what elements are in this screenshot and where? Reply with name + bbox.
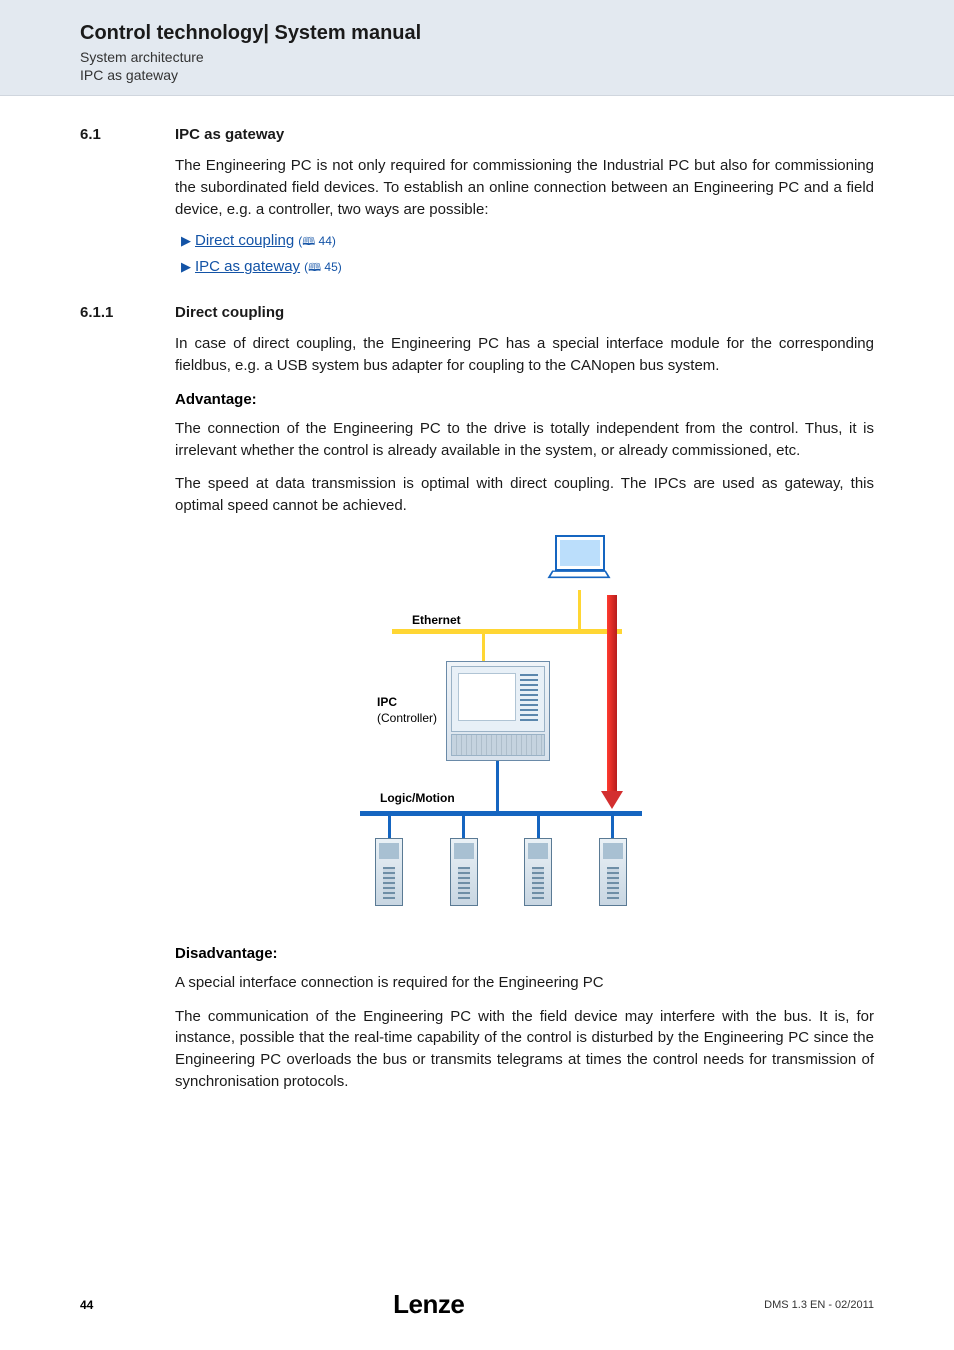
architecture-diagram: Ethernet IPC (Controller) Logic/Motion	[80, 535, 874, 925]
controller-label: (Controller)	[377, 711, 437, 725]
paragraph: In case of direct coupling, the Engineer…	[175, 333, 874, 377]
paragraph: The communication of the Engineering PC …	[175, 1006, 874, 1093]
drive-icon	[524, 838, 552, 906]
ipc-label: IPC	[377, 695, 397, 709]
page-ref-num: 45	[324, 260, 337, 274]
page-ref: (🕮 44)	[298, 233, 336, 252]
book-icon: 🕮	[308, 262, 321, 274]
section-title: Direct coupling	[175, 304, 284, 321]
section-number: 6.1	[80, 126, 175, 143]
paragraph: A special interface connection is requir…	[175, 972, 874, 994]
link-text: IPC as gateway	[195, 258, 300, 275]
drive-icon	[599, 838, 627, 906]
page-number: 44	[80, 1298, 93, 1312]
section-6-1-heading: 6.1 IPC as gateway	[80, 126, 874, 143]
document-id: DMS 1.3 EN - 02/2011	[764, 1299, 874, 1311]
drive-icon	[375, 838, 403, 906]
lenze-logo: Lenze	[393, 1289, 464, 1320]
page-content: 6.1 IPC as gateway The Engineering PC is…	[0, 96, 954, 1093]
drive-icon	[450, 838, 478, 906]
link-text: Direct coupling	[195, 232, 294, 249]
breadcrumb-section: IPC as gateway	[80, 67, 954, 83]
laptop-icon	[550, 535, 610, 587]
drive-unit	[435, 816, 493, 906]
drive-unit	[509, 816, 567, 906]
book-icon: 🕮	[302, 236, 315, 248]
page-ref: (🕮 45)	[304, 259, 342, 278]
doc-title: Control technology| System manual	[80, 22, 954, 45]
paragraph: The speed at data transmission is optima…	[175, 473, 874, 517]
disadvantage-heading: Disadvantage:	[175, 945, 874, 962]
section-title: IPC as gateway	[175, 126, 284, 143]
ipc-device-icon	[446, 661, 550, 761]
ethernet-label: Ethernet	[412, 613, 461, 627]
ethernet-connector	[482, 634, 485, 662]
drives-row	[360, 816, 642, 906]
link-direct-coupling[interactable]: ▶ Direct coupling (🕮 44)	[181, 232, 874, 252]
drive-unit	[360, 816, 418, 906]
page-footer: 44 Lenze DMS 1.3 EN - 02/2011	[0, 1289, 954, 1320]
logic-motion-label: Logic/Motion	[380, 791, 455, 805]
ethernet-bus	[392, 629, 622, 634]
advantage-heading: Advantage:	[175, 391, 874, 408]
caret-icon: ▶	[181, 259, 191, 275]
drive-unit	[584, 816, 642, 906]
ethernet-connector	[578, 590, 581, 629]
header-band: Control technology| System manual System…	[0, 0, 954, 96]
direct-coupling-arrow-icon	[605, 595, 619, 807]
section-6-1-1-heading: 6.1.1 Direct coupling	[80, 304, 874, 321]
intro-paragraph: The Engineering PC is not only required …	[175, 155, 874, 220]
fieldbus-connector	[496, 761, 499, 811]
paragraph: The connection of the Engineering PC to …	[175, 418, 874, 462]
link-ipc-as-gateway[interactable]: ▶ IPC as gateway (🕮 45)	[181, 258, 874, 278]
page-ref-num: 44	[319, 234, 332, 248]
section-number: 6.1.1	[80, 304, 175, 321]
breadcrumb-chapter: System architecture	[80, 49, 954, 65]
caret-icon: ▶	[181, 233, 191, 249]
